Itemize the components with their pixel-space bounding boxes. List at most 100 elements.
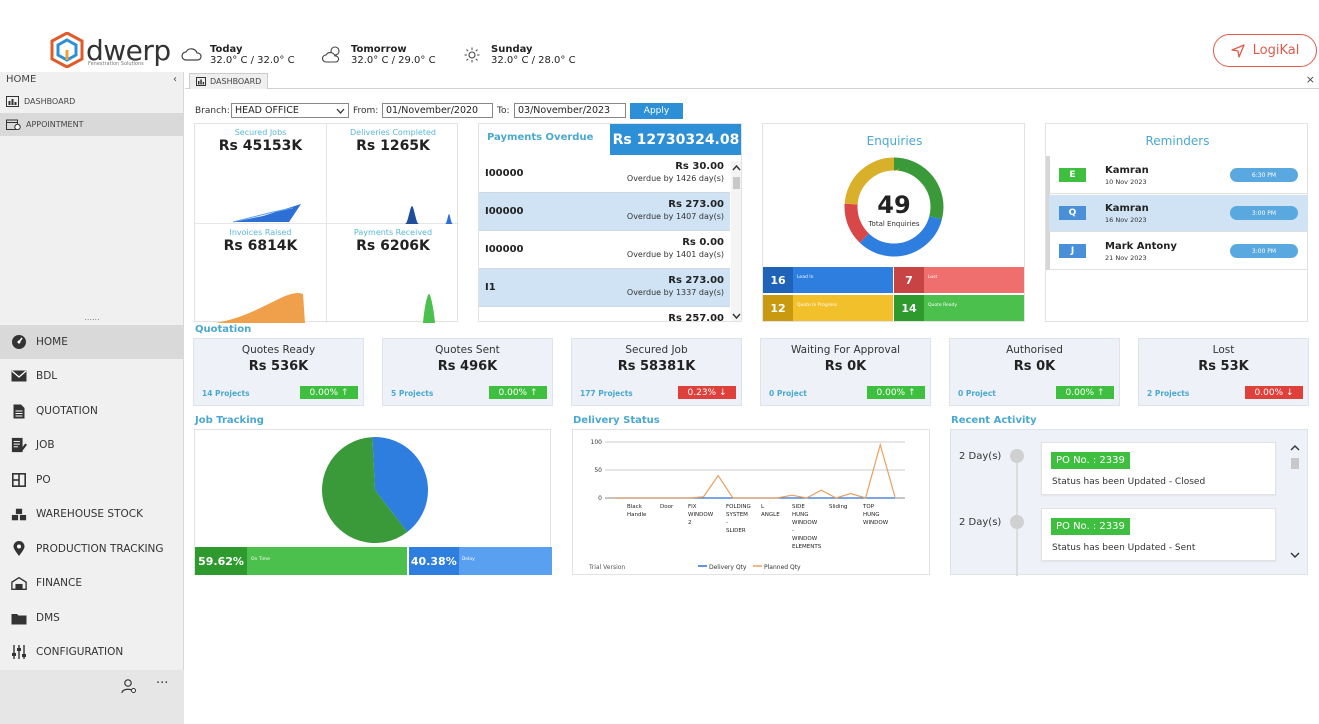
quote-card-trend-badge: 0.00% ↑ [867, 386, 925, 399]
kpi-sparkline [405, 206, 453, 224]
x-tick-label: L ANGLE [761, 504, 780, 518]
menu-label: DMS [36, 612, 60, 624]
enquiry-tile-lost[interactable]: 7 Lost [894, 267, 1024, 293]
weather-tomorrow: Tomorrow 32.0° C / 29.0° C [322, 44, 436, 66]
chevron-up-icon[interactable] [732, 164, 741, 171]
menu-job[interactable]: JOB [0, 428, 184, 462]
menu-configuration[interactable]: CONFIGURATION [0, 635, 184, 669]
kpi-secured-jobs[interactable]: Secured Jobs Rs 45153K [195, 124, 326, 223]
location-pin-icon [13, 541, 25, 556]
sidebar-home-header[interactable]: HOME ‹ [0, 72, 183, 90]
quote-card-trend-badge: 0.00% ↑ [489, 386, 547, 399]
branch-select[interactable]: HEAD OFFICE [231, 103, 349, 118]
activity-status: Status has been Updated - Closed [1052, 477, 1206, 487]
enquiry-label: Lost [928, 275, 938, 280]
quote-card-quotes-sent[interactable]: Quotes Sent Rs 496K 5 Projects 0.00% ↑ [382, 338, 553, 406]
overdue-days: Overdue by 1401 day(s) [626, 250, 724, 259]
payment-row[interactable]: I00000 Rs 30.00 Overdue by 1426 day(s) [479, 155, 730, 193]
delay-segment[interactable]: 40.38% Delay [408, 547, 552, 575]
menu-finance[interactable]: FINANCE [0, 566, 184, 600]
enquiry-tile-quote-in-progress[interactable]: 12 Quote In Progress [763, 295, 893, 321]
chevron-down-icon[interactable] [1290, 552, 1300, 559]
chevron-up-icon[interactable] [1290, 444, 1300, 451]
enquiries-donut: 49 Total Enquiries [844, 157, 944, 257]
quote-card-lost[interactable]: Lost Rs 53K 2 Projects 0.00% ↓ [1138, 338, 1309, 406]
payment-amount: Rs 30.00 [675, 161, 724, 172]
payments-overdue-list: I00000 Rs 30.00 Overdue by 1426 day(s) I… [479, 155, 731, 322]
quote-card-secured-job[interactable]: Secured Job Rs 58381K 177 Projects 0.23%… [571, 338, 742, 406]
payment-row[interactable]: I00000 Rs 0.00 Overdue by 1401 day(s) [479, 231, 730, 269]
quote-card-title: Authorised [1006, 344, 1063, 356]
activity-item[interactable]: PO No. : 2339 Status has been Updated - … [1041, 508, 1276, 561]
tab-dashboard[interactable]: DASHBOARD [189, 73, 269, 89]
enquiries-total: 49 [877, 191, 910, 219]
to-date-input[interactable] [514, 103, 626, 118]
payments-overdue-total: Rs 12730324.08 [610, 124, 741, 155]
sliders-icon [12, 645, 26, 659]
quote-card-title: Quotes Ready [241, 344, 316, 356]
quote-card-title: Quotes Sent [435, 344, 500, 356]
reminder-item[interactable]: E Kamran 10 Nov 2023 6:30 PM [1049, 157, 1308, 194]
more-options-icon[interactable]: ··· [156, 676, 168, 691]
collapse-chevron-icon[interactable]: ‹ [173, 74, 177, 88]
apply-button[interactable]: Apply [630, 103, 683, 119]
delivery-status-title: Delivery Status [573, 415, 660, 426]
enquiry-label: Quote Ready [928, 303, 958, 308]
quote-card-waiting-for-approval[interactable]: Waiting For Approval Rs 0K 0 Project 0.0… [760, 338, 931, 406]
planned-qty-line [615, 442, 896, 499]
close-tab-icon[interactable]: × [1306, 73, 1315, 86]
enquiry-tile-quote-ready[interactable]: 14 Quote Ready [894, 295, 1024, 321]
payment-amount: Rs 257.00 [668, 313, 724, 322]
logo-subtitle: Fenestration Solutions [88, 61, 144, 67]
menu-quotation[interactable]: QUOTATION [0, 394, 184, 428]
menu-dms[interactable]: DMS [0, 601, 184, 635]
sidebar-splitter[interactable]: ...... [0, 313, 184, 322]
menu-bdl[interactable]: BDL [0, 359, 184, 393]
reminder-item[interactable]: Q Kamran 16 Nov 2023 3:00 PM [1049, 195, 1308, 232]
kpi-value: Rs 1265K [356, 138, 430, 154]
ontime-segment[interactable]: 59.62% On Time [195, 547, 407, 575]
user-settings-icon[interactable] [121, 678, 137, 694]
cloud-icon [181, 48, 202, 61]
quote-card-quotes-ready[interactable]: Quotes Ready Rs 536K 14 Projects 0.00% ↑ [193, 338, 364, 406]
enquiry-tile-lead-in[interactable]: 16 Lead In [763, 267, 893, 293]
scroll-thumb[interactable] [733, 177, 740, 189]
reminder-item[interactable]: J Mark Antony 21 Nov 2023 3:00 PM [1049, 233, 1308, 270]
menu-label: WAREHOUSE STOCK [36, 508, 143, 520]
kpi-sparkline [423, 294, 435, 323]
dashboard-icon [196, 77, 206, 86]
enquiry-label: Quote In Progress [797, 303, 837, 308]
quote-card-trend-badge: 0.00% ↑ [300, 386, 358, 399]
menu-production-tracking[interactable]: PRODUCTION TRACKING [0, 532, 184, 566]
menu-po[interactable]: PO [0, 463, 184, 497]
payments-scrollbar[interactable] [731, 161, 741, 321]
activity-po-badge: PO No. : 2339 [1051, 452, 1130, 469]
weather-day-label: Sunday [491, 44, 533, 55]
payment-row[interactable]: I1 Rs 273.00 Overdue by 1337 day(s) [479, 269, 730, 307]
payment-row[interactable]: Rs 257.00 [479, 307, 730, 322]
reminder-name: Kamran [1105, 203, 1149, 214]
weather-temp: 32.0° C / 32.0° C [210, 55, 295, 66]
kpi-deliveries-completed[interactable]: Deliveries Completed Rs 1265K [327, 124, 459, 224]
activity-item[interactable]: PO No. : 2339 Status has been Updated - … [1041, 442, 1276, 495]
sidebar-sub-label: DASHBOARD [24, 97, 76, 106]
menu-home[interactable]: HOME [0, 325, 184, 359]
activity-scrollbar[interactable] [1288, 440, 1302, 568]
reminder-name: Kamran [1105, 165, 1149, 176]
kpi-invoices-raised[interactable]: Invoices Raised Rs 6814K [195, 224, 326, 323]
app-header: dwerp Fenestration Solutions Today 32.0°… [0, 0, 1319, 72]
from-date-input[interactable] [382, 103, 493, 118]
quote-card-authorised[interactable]: Authorised Rs 0K 0 Project 0.00% ↑ [949, 338, 1120, 406]
payment-row[interactable]: I00000 Rs 273.00 Overdue by 1407 day(s) [479, 193, 730, 231]
menu-warehouse-stock[interactable]: WAREHOUSE STOCK [0, 497, 184, 531]
quote-card-title: Waiting For Approval [790, 344, 901, 356]
reminders-panel: Reminders E Kamran 10 Nov 2023 6:30 PM Q… [1045, 123, 1308, 322]
kpi-label: Secured Jobs [234, 128, 287, 137]
sidebar-sub-appointment[interactable]: APPOINTMENT [0, 113, 183, 136]
logikal-button[interactable]: LogiKal [1213, 34, 1317, 67]
chevron-down-icon[interactable] [732, 313, 741, 320]
enquiries-panel: Enquiries 49 Total Enquiries 16 Lead In … [762, 123, 1025, 322]
sidebar-sub-dashboard[interactable]: DASHBOARD [0, 90, 183, 113]
kpi-payments-received[interactable]: Payments Received Rs 6206K [327, 224, 459, 323]
scroll-thumb[interactable] [1291, 458, 1299, 469]
